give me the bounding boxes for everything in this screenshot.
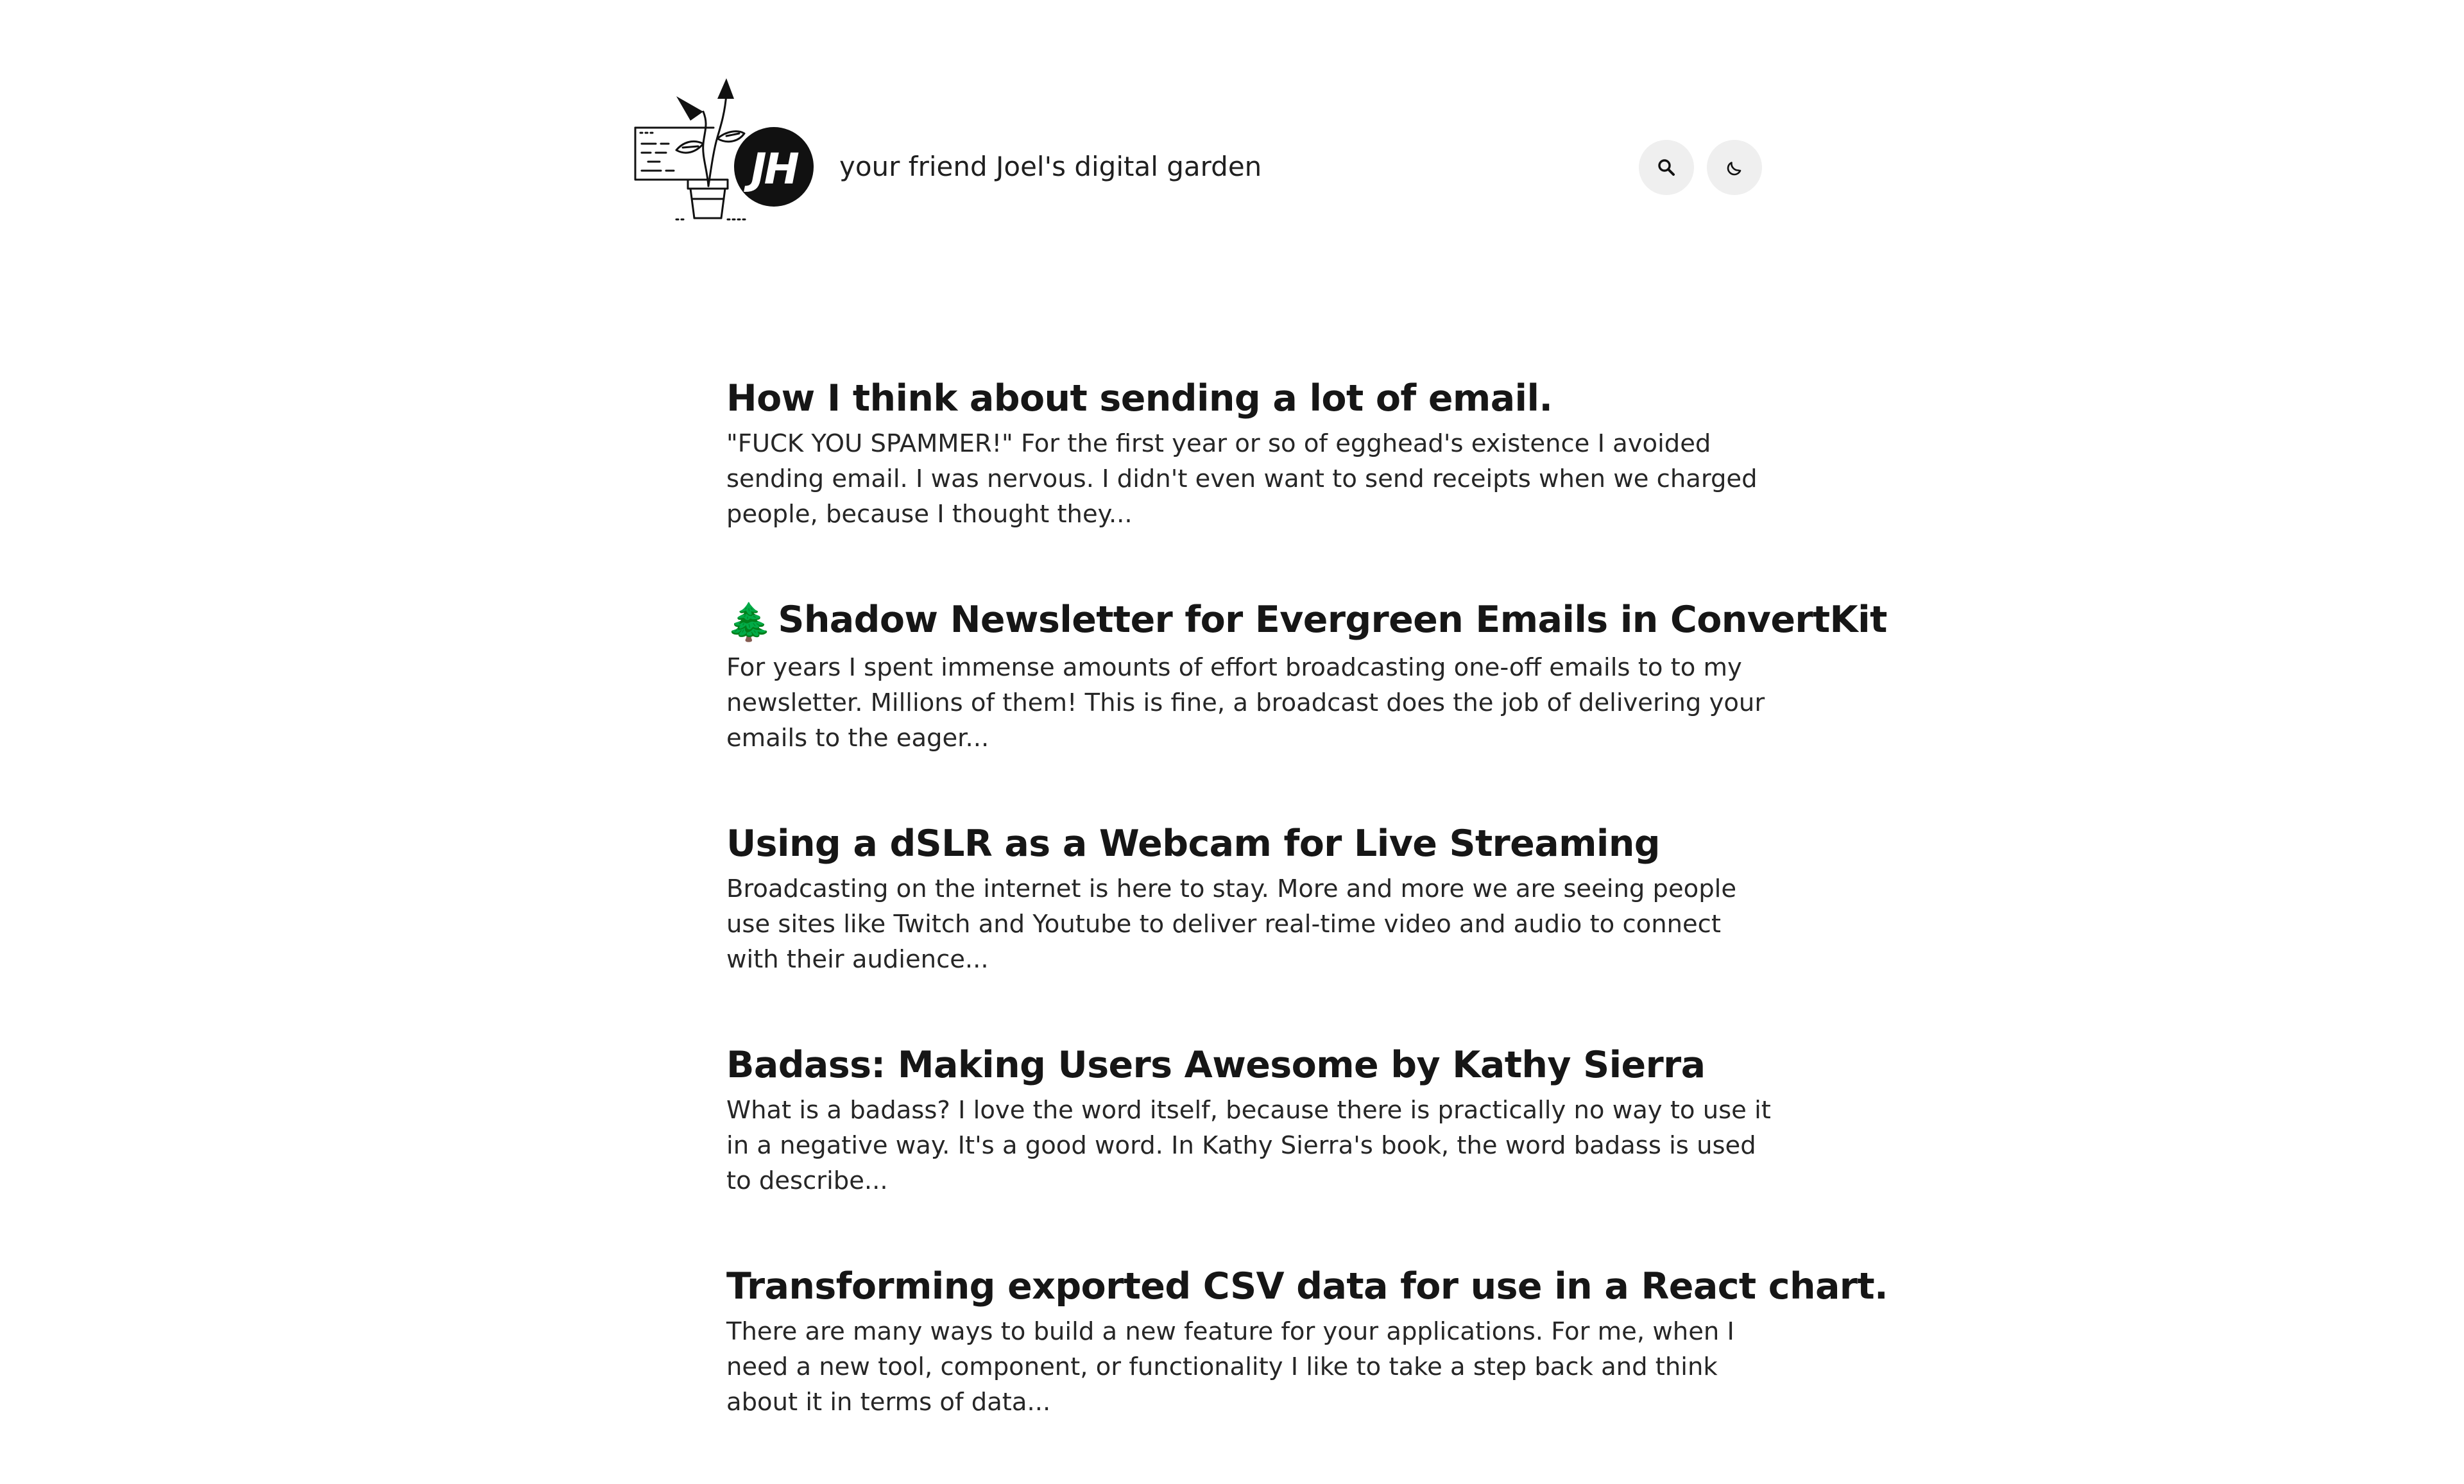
site-logo[interactable]: JH — [631, 67, 817, 221]
search-button[interactable] — [1639, 140, 1694, 195]
post-list: How I think about sending a lot of email… — [726, 375, 1888, 1484]
page: JH your friend Joel's digital garden How… — [0, 0, 2464, 1417]
post-title-text: Using a dSLR as a Webcam for Live Stream… — [726, 823, 1661, 865]
site-title[interactable]: your friend Joel's digital garden — [839, 150, 1262, 183]
post-item[interactable]: Badass: Making Users Awesome by Kathy Si… — [726, 1041, 1772, 1198]
search-icon — [1658, 159, 1675, 176]
post-title[interactable]: How I think about sending a lot of email… — [726, 375, 1772, 422]
post-title[interactable]: Transforming exported CSV data for use i… — [726, 1263, 1888, 1310]
logo-monogram: JH — [744, 144, 799, 194]
post-title[interactable]: Badass: Making Users Awesome by Kathy Si… — [726, 1041, 1772, 1089]
post-item[interactable]: Using a dSLR as a Webcam for Live Stream… — [726, 820, 1772, 977]
post-title-text: How I think about sending a lot of email… — [726, 377, 1553, 420]
post-excerpt: There are many ways to build a new featu… — [726, 1317, 1734, 1417]
evergreen-tree-icon: 🌲 — [726, 601, 772, 644]
post-title[interactable]: Using a dSLR as a Webcam for Live Stream… — [726, 820, 1772, 867]
post-title-text: Transforming exported CSV data for use i… — [726, 1265, 1888, 1308]
post-title[interactable]: 🌲 Shadow Newsletter for Evergreen Emails … — [726, 596, 1887, 646]
theme-toggle-button[interactable] — [1707, 140, 1762, 195]
post-excerpt: What is a badass? I love the word itself… — [726, 1096, 1771, 1195]
post-item[interactable]: How I think about sending a lot of email… — [726, 375, 1772, 532]
moon-icon — [1727, 162, 1741, 176]
post-title-text: Badass: Making Users Awesome by Kathy Si… — [726, 1044, 1706, 1086]
post-item[interactable]: 🌲 Shadow Newsletter for Evergreen Emails … — [726, 596, 1887, 756]
plant-pot-logo-icon: JH — [634, 78, 814, 221]
post-title-text: Shadow Newsletter for Evergreen Emails i… — [778, 599, 1887, 641]
post-excerpt: Broadcasting on the internet is here to … — [726, 874, 1737, 974]
post-item[interactable]: Transforming exported CSV data for use i… — [726, 1263, 1888, 1420]
post-excerpt: For years I spent immense amounts of eff… — [726, 653, 1765, 753]
post-excerpt: "FUCK YOU SPAMMER!" For the first year o… — [726, 429, 1758, 529]
